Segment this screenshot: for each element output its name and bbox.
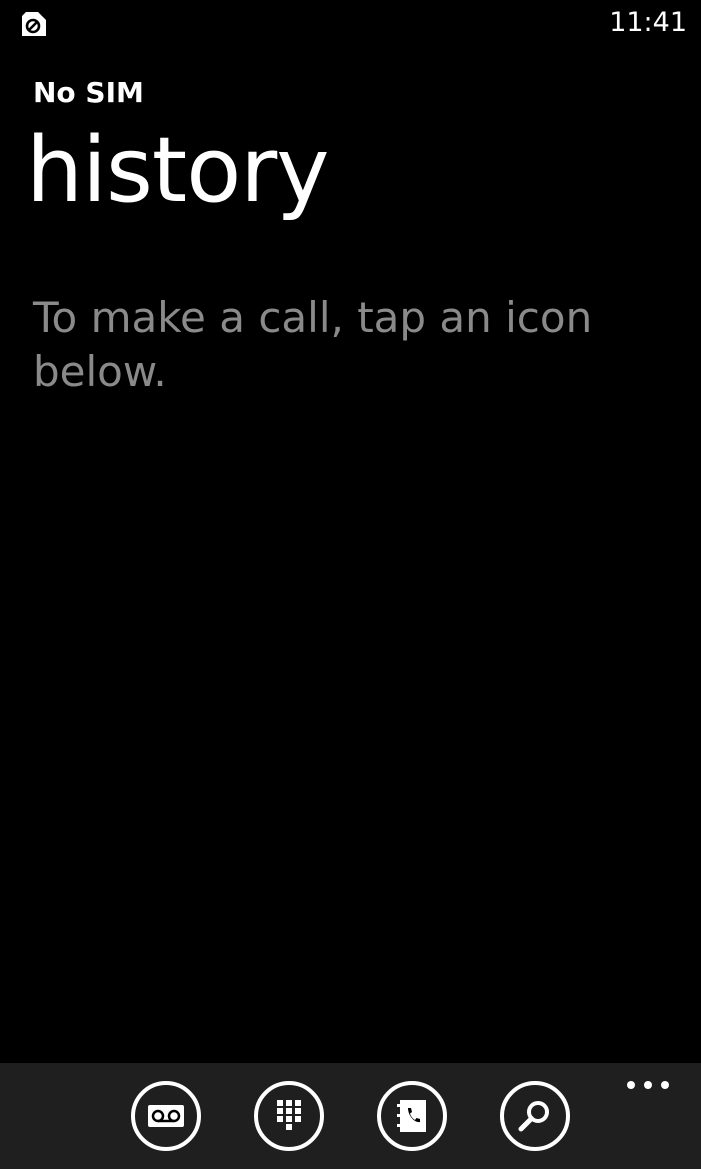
app-bar [0,1063,701,1169]
keypad-button[interactable] [254,1081,324,1151]
empty-history-message: To make a call, tap an icon below. [33,293,593,396]
search-button[interactable] [500,1081,570,1151]
keypad-icon [276,1099,302,1133]
search-icon [518,1099,552,1133]
voicemail-button[interactable] [131,1081,201,1151]
contacts-button[interactable] [377,1081,447,1151]
contacts-phonebook-icon [397,1099,427,1133]
voicemail-icon [147,1104,185,1128]
app-title: No SIM [33,76,144,109]
no-sim-icon [20,10,48,38]
status-bar: 11:41 [0,0,701,46]
more-options-button[interactable] [625,1071,671,1101]
page-title: history [26,118,330,223]
clock: 11:41 [609,7,687,38]
